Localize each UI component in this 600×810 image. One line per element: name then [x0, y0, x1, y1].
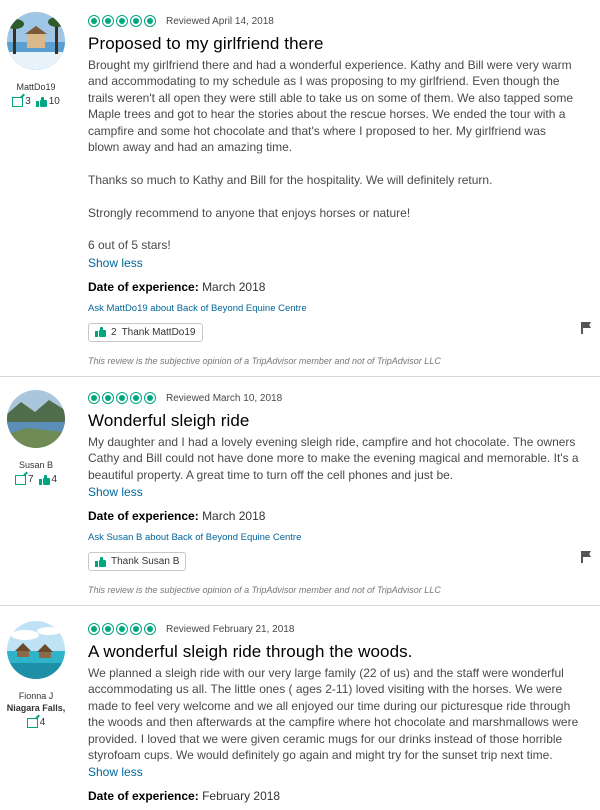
review-count: 4	[39, 717, 46, 728]
member-stats: 4	[0, 717, 72, 728]
reviewed-date: Reviewed March 10, 2018	[166, 392, 283, 404]
review-title[interactable]: Proposed to my girlfriend there	[88, 34, 580, 54]
username[interactable]: MattDo19	[0, 82, 72, 92]
bubble-icon	[130, 392, 142, 404]
date-of-experience: Date of experience: March 2018	[88, 280, 580, 294]
helpful-count: 10	[48, 96, 60, 107]
avatar[interactable]	[7, 621, 65, 679]
thumbs-up-icon	[95, 556, 106, 567]
doe-value: March 2018	[202, 279, 266, 294]
rating-bubbles	[88, 15, 156, 27]
bubble-icon	[144, 392, 156, 404]
bubble-icon	[116, 623, 128, 635]
reviewed-date: Reviewed February 21, 2018	[166, 623, 295, 635]
doe-label: Date of experience:	[88, 789, 199, 804]
avatar[interactable]	[7, 390, 65, 448]
username[interactable]: Fionna J	[0, 691, 72, 701]
review-body: Reviewed April 14, 2018 Proposed to my g…	[88, 14, 580, 366]
review-paragraph: We planned a sleigh ride with our very l…	[88, 666, 579, 763]
thank-button[interactable]: 2 Thank MattDo19	[88, 322, 203, 342]
helpful-votes-icon	[38, 474, 50, 485]
review-paragraph: Strongly recommend to anyone that enjoys…	[88, 205, 411, 220]
helpful-votes-icon	[35, 96, 47, 107]
reviewed-date: Reviewed April 14, 2018	[166, 15, 274, 27]
bubble-icon	[102, 15, 114, 27]
show-less-link[interactable]: Show less	[88, 485, 580, 499]
review-title[interactable]: Wonderful sleigh ride	[88, 411, 580, 431]
doe-label: Date of experience:	[88, 509, 199, 524]
review-body: Reviewed February 21, 2018 A wonderful s…	[88, 622, 580, 803]
review-text: Brought my girlfriend there and had a wo…	[88, 57, 580, 254]
report-flag-icon[interactable]	[580, 322, 592, 334]
thank-button[interactable]: Thank Susan B	[88, 552, 187, 572]
bubble-icon	[130, 623, 142, 635]
review-count-icon	[14, 474, 26, 485]
review-card: MattDo19 3 10 Reviewed April 14, 2018 Pr…	[0, 0, 600, 377]
show-less-link[interactable]: Show less	[88, 256, 580, 270]
member-stats: 7 4	[0, 474, 72, 485]
member-info: Susan B 7 4	[0, 390, 72, 485]
member-info: MattDo19 3 10	[0, 12, 72, 107]
avatar[interactable]	[7, 12, 65, 70]
thank-count: 2	[111, 326, 117, 338]
bubble-icon	[116, 15, 128, 27]
member-location: Niagara Falls,	[6, 703, 66, 713]
review-count: 7	[27, 474, 34, 485]
report-flag-icon[interactable]	[580, 551, 592, 563]
rating-line: Reviewed February 21, 2018	[88, 622, 580, 636]
doe-value: February 2018	[202, 789, 281, 804]
thank-label: Thank MattDo19	[121, 326, 196, 338]
date-of-experience: Date of experience: February 2018	[88, 789, 580, 803]
review-card: Fionna J Niagara Falls, 4 Reviewed Febru…	[0, 606, 600, 810]
thank-label: Thank Susan B	[111, 556, 180, 568]
ask-member-link[interactable]: Ask MattDo19 about Back of Beyond Equine…	[88, 303, 580, 314]
thumbs-up-icon	[95, 327, 106, 338]
ask-member-link[interactable]: Ask Susan B about Back of Beyond Equine …	[88, 532, 580, 543]
bubble-icon	[88, 392, 100, 404]
rating-line: Reviewed March 10, 2018	[88, 391, 580, 405]
rating-bubbles	[88, 392, 156, 404]
rating-bubbles	[88, 623, 156, 635]
username[interactable]: Susan B	[0, 460, 72, 470]
review-paragraph: 6 out of 5 stars!	[88, 238, 171, 253]
disclaimer: This review is the subjective opinion of…	[88, 585, 441, 596]
review-text: My daughter and I had a lovely evening s…	[88, 434, 580, 483]
bubble-icon	[88, 15, 100, 27]
date-of-experience: Date of experience: March 2018	[88, 509, 580, 523]
review-card: Susan B 7 4 Reviewed March 10, 2018 Wond…	[0, 377, 600, 606]
doe-value: March 2018	[202, 509, 266, 524]
bubble-icon	[130, 15, 142, 27]
bubble-icon	[144, 623, 156, 635]
bubble-icon	[88, 623, 100, 635]
rating-line: Reviewed April 14, 2018	[88, 14, 580, 28]
review-paragraph: Thanks so much to Kathy and Bill for the…	[88, 172, 493, 187]
bubble-icon	[116, 392, 128, 404]
bubble-icon	[144, 15, 156, 27]
member-info: Fionna J Niagara Falls, 4	[0, 621, 72, 728]
bubble-icon	[102, 392, 114, 404]
helpful-count: 4	[51, 474, 58, 485]
review-text: We planned a sleigh ride with our very l…	[88, 665, 580, 763]
review-count-icon	[26, 717, 38, 728]
member-stats: 3 10	[0, 96, 72, 107]
disclaimer: This review is the subjective opinion of…	[88, 355, 441, 366]
review-title[interactable]: A wonderful sleigh ride through the wood…	[88, 642, 580, 662]
review-count: 3	[25, 96, 31, 107]
review-count-icon	[12, 96, 24, 107]
review-paragraph: Brought my girlfriend there and had a wo…	[88, 58, 573, 155]
review-body: Reviewed March 10, 2018 Wonderful sleigh…	[88, 391, 580, 595]
review-paragraph: My daughter and I had a lovely evening s…	[88, 435, 579, 482]
doe-label: Date of experience:	[88, 279, 199, 294]
show-less-link[interactable]: Show less	[88, 765, 580, 779]
bubble-icon	[102, 623, 114, 635]
